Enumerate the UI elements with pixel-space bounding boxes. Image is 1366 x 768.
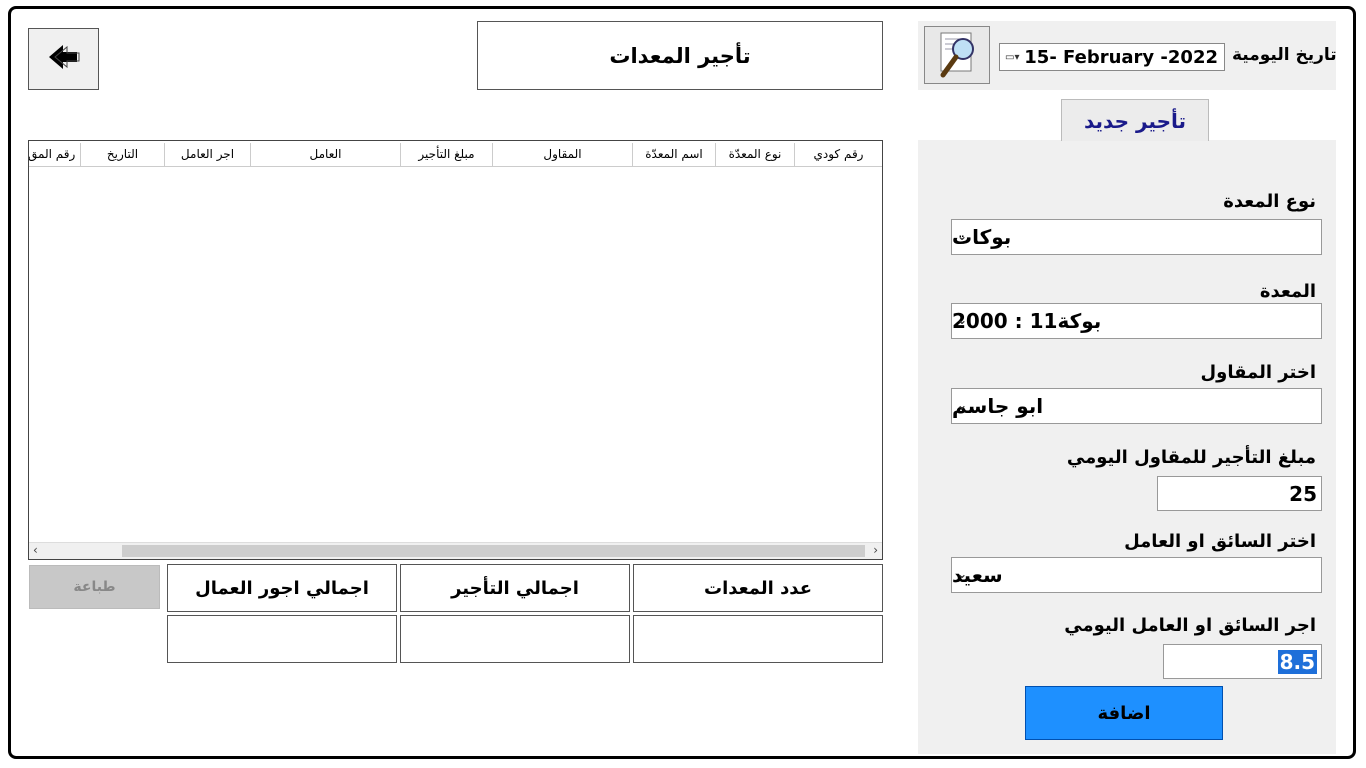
wage-value: 8.5 (1277, 649, 1317, 674)
equipment-label: المعدة (1259, 281, 1316, 302)
rent-total-label: اجمالي التأجير (400, 564, 630, 612)
table-header-row: رقم كودي نوع المعدّة اسم المعدّة المقاول… (29, 143, 882, 167)
column-header[interactable]: اجر العامل (164, 143, 250, 166)
calendar-dropdown-icon[interactable]: ▭▾ (1005, 52, 1019, 63)
column-header[interactable]: العامل (250, 143, 400, 166)
scrollbar-thumb[interactable] (122, 545, 865, 557)
scroll-left-icon[interactable]: ‹ (33, 543, 38, 557)
rentals-table[interactable]: رقم كودي نوع المعدّة اسم المعدّة المقاول… (28, 140, 883, 560)
column-header[interactable]: المقاول (492, 143, 632, 166)
chevron-down-icon: ⌄ (957, 567, 968, 581)
chevron-down-icon: ⌄ (957, 229, 968, 243)
wage-label: اجر السائق او العامل اليومي (1064, 615, 1316, 636)
page-title: تأجير المعدات (477, 21, 883, 90)
journal-date-label: تاريخ اليومية (1232, 45, 1337, 65)
add-button[interactable]: اضافة (1025, 686, 1223, 740)
chevron-down-icon: ⌄ (957, 398, 968, 412)
column-header[interactable]: مبلغ التأجير (400, 143, 492, 166)
equipment-select[interactable]: ⌄ بوكة11 : 2000 (951, 303, 1322, 339)
column-header[interactable]: رقم كودي (794, 143, 882, 166)
equipment-type-select[interactable]: ⌄ بوكات (951, 219, 1322, 255)
column-header[interactable]: رقم المق (29, 143, 80, 166)
journal-date-picker[interactable]: ▭▾ 15- February -2022 (999, 43, 1225, 71)
search-button[interactable] (924, 26, 990, 84)
equipment-type-label: نوع المعدة (1223, 191, 1316, 212)
chevron-down-icon: ⌄ (957, 313, 968, 327)
column-header[interactable]: التاريخ (80, 143, 164, 166)
driver-select[interactable]: ⌄ سعيد (951, 557, 1322, 593)
equipment-count-value (633, 615, 883, 663)
contractor-select[interactable]: ⌄ ابو جاسم (951, 388, 1322, 424)
column-header[interactable]: اسم المعدّة (632, 143, 715, 166)
scroll-right-icon[interactable]: › (873, 543, 878, 557)
rent-amount-label: مبلغ التأجير للمقاول اليومي (1066, 447, 1316, 468)
print-button[interactable]: طباعة (29, 565, 160, 609)
back-arrow-icon (47, 42, 81, 76)
column-header[interactable]: نوع المعدّة (715, 143, 794, 166)
driver-label: اختر السائق او العامل (1124, 531, 1316, 552)
journal-date-value: 15- February -2022 (1024, 46, 1218, 68)
magnifier-document-icon (925, 32, 989, 87)
wages-total-label: اجمالي اجور العمال (167, 564, 397, 612)
contractor-label: اختر المقاول (1200, 362, 1316, 383)
equipment-count-label: عدد المعدات (633, 564, 883, 612)
tab-new-rental[interactable]: تأجير جديد (1061, 99, 1209, 141)
rent-total-value (400, 615, 630, 663)
back-button[interactable] (28, 28, 99, 90)
wages-total-value (167, 615, 397, 663)
horizontal-scrollbar[interactable]: ‹ › (29, 542, 882, 559)
rent-amount-input[interactable]: 25 (1157, 476, 1322, 511)
equipment-value: بوكة11 : 2000 (952, 309, 1102, 333)
wage-input[interactable]: 8.5 (1163, 644, 1322, 679)
